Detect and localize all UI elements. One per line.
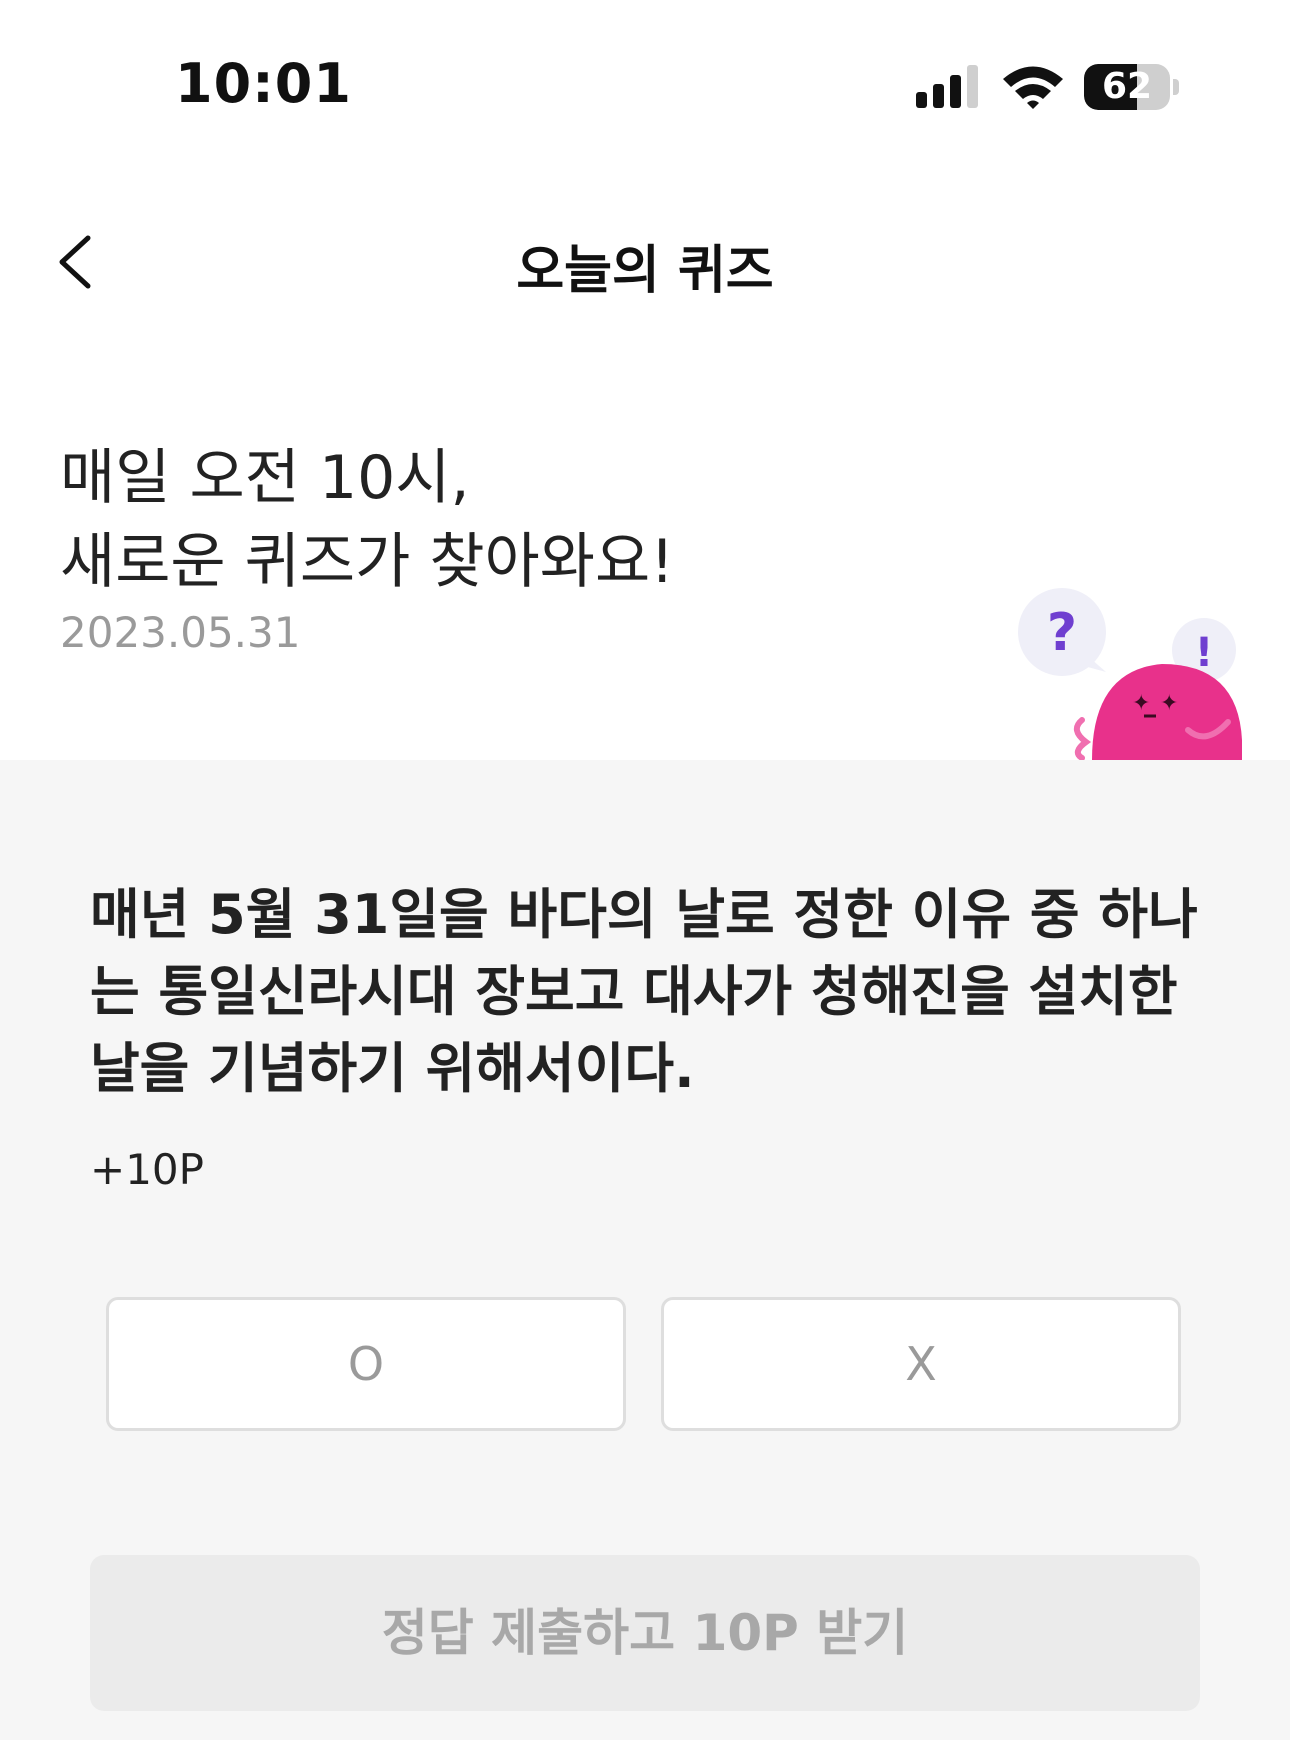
quiz-points: +10P xyxy=(90,1145,204,1194)
battery-level: 62 xyxy=(1101,66,1153,107)
battery-tip xyxy=(1173,79,1179,95)
intro-line-2: 새로운 퀴즈가 찾아와요! xyxy=(60,527,675,597)
intro-line-1: 매일 오전 10시, xyxy=(60,443,470,513)
svg-text:✦: ✦ xyxy=(1132,691,1150,716)
quiz-panel: 매년 5월 31일을 바다의 날로 정한 이유 중 하나는 통일신라시대 장보고… xyxy=(0,760,1290,1740)
status-time: 10:01 xyxy=(175,52,352,115)
answer-o-button[interactable]: O xyxy=(106,1297,626,1431)
exclamation-mark-icon: ! xyxy=(1195,630,1213,676)
quiz-date: 2023.05.31 xyxy=(60,608,301,657)
battery-icon: 62 xyxy=(1084,64,1170,110)
wifi-icon xyxy=(1003,66,1063,109)
nav-bar: 오늘의 퀴즈 xyxy=(0,200,1290,320)
quiz-mascot-illustration: ? ! ✦ ✦ xyxy=(1018,588,1242,760)
question-mark-icon: ? xyxy=(1047,603,1077,663)
answer-x-button[interactable]: X xyxy=(661,1297,1181,1431)
status-bar: 10:01 62 xyxy=(0,0,1290,150)
mascot-tail xyxy=(1073,717,1092,760)
signal-icon xyxy=(916,65,978,108)
svg-text:✦: ✦ xyxy=(1160,691,1178,716)
quiz-question: 매년 5월 31일을 바다의 날로 정한 이유 중 하나는 통일신라시대 장보고… xyxy=(90,883,1198,1100)
submit-answer-button[interactable]: 정답 제출하고 10P 받기 xyxy=(90,1555,1200,1711)
intro-heading: 매일 오전 10시, 새로운 퀴즈가 찾아와요! xyxy=(60,436,674,604)
page-title: 오늘의 퀴즈 xyxy=(516,241,774,301)
